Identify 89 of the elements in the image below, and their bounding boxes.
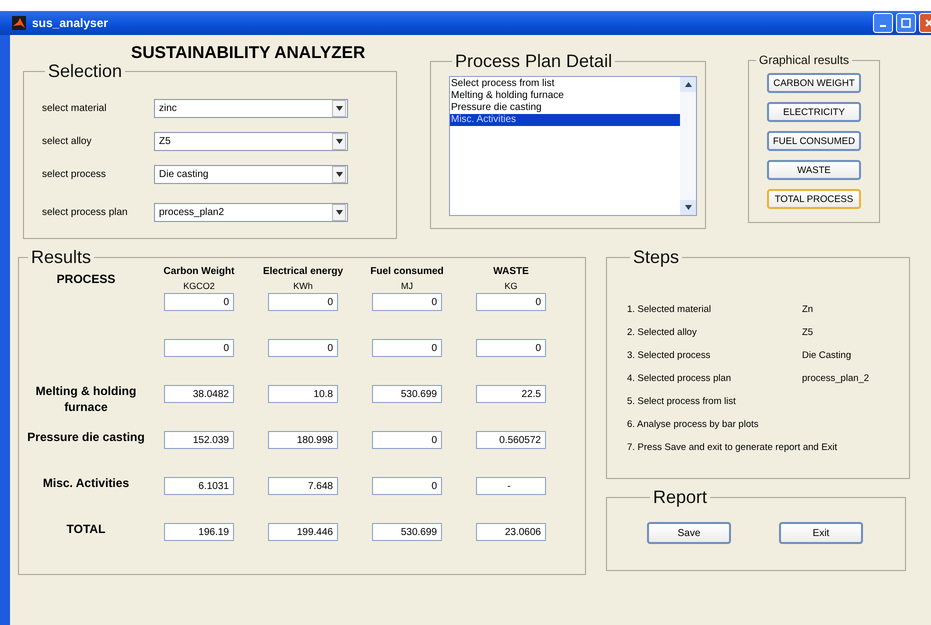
list-item[interactable]: Melting & holding furnace — [450, 90, 680, 102]
value-field[interactable]: 0 — [372, 431, 442, 449]
dropdown-arrow-icon — [336, 139, 342, 144]
scroll-up-button[interactable] — [680, 77, 696, 92]
scroll-up-icon — [684, 82, 692, 87]
minimize-button[interactable] — [873, 13, 893, 33]
field-label: select process plan — [42, 206, 129, 218]
value-field[interactable]: 38.0482 — [164, 385, 234, 403]
dropdown[interactable]: zinc — [154, 99, 348, 118]
dropdown[interactable]: Z5 — [154, 132, 348, 151]
value-field[interactable]: 196.19 — [164, 523, 234, 541]
step-text: 1. Selected material — [627, 304, 712, 315]
panel-title: Steps — [632, 247, 680, 268]
value-field[interactable]: 6.1031 — [164, 477, 234, 495]
column-heading: Carbon Weight — [164, 266, 234, 277]
scroll-down-button[interactable] — [680, 200, 696, 215]
value-field[interactable]: 0 — [164, 293, 234, 311]
field-label: select process — [42, 169, 107, 180]
unit-label: KGCO2 — [183, 281, 215, 291]
step-text: 3. Selected process — [627, 350, 712, 361]
list-item[interactable]: Select process from list — [450, 78, 680, 90]
row-label: Melting & holding furnace — [34, 383, 138, 416]
column-heading: Fuel consumed — [370, 266, 444, 277]
dropdown-arrow-icon — [336, 210, 342, 214]
value-field[interactable]: 0 — [268, 339, 338, 357]
value-field[interactable]: 0 — [164, 339, 234, 357]
panel-title: Report — [652, 487, 708, 508]
step-text: 4. Selected process plan — [627, 373, 732, 384]
value-field[interactable]: 0 — [268, 293, 338, 311]
unit-label: MJ — [401, 281, 413, 291]
value-field[interactable]: 530.699 — [372, 385, 442, 403]
chart-button[interactable]: CARBON WEIGHT — [767, 73, 861, 93]
dropdown-arrow-icon — [336, 106, 342, 111]
value-field[interactable]: - — [476, 477, 546, 495]
app-title: SUSTAINABILITY ANALYZER — [131, 43, 366, 61]
unit-label: KWh — [293, 281, 313, 291]
value-field[interactable]: 199.446 — [268, 523, 338, 541]
step-text: 7. Press Save and exit to generate report and Exit — [627, 442, 838, 453]
value-field[interactable]: 0 — [372, 339, 442, 357]
field-label: select alloy — [42, 136, 92, 147]
list-item[interactable]: Pressure die casting — [450, 102, 680, 114]
exit-button[interactable]: Exit — [779, 522, 863, 544]
value-field[interactable]: 530.699 — [372, 523, 442, 541]
chart-button[interactable]: WASTE — [767, 160, 861, 180]
step-value: Die Casting — [802, 350, 852, 361]
value-field[interactable]: 22.5 — [476, 385, 546, 403]
step-value: process_plan_2 — [802, 373, 870, 384]
value-field[interactable]: 180.998 — [268, 431, 338, 449]
value-field[interactable]: 23.0606 — [476, 523, 546, 541]
close-icon — [925, 19, 931, 27]
value-field[interactable]: 0 — [476, 339, 546, 357]
step-value: Zn — [802, 304, 814, 315]
panel-title: Graphical results — [758, 53, 850, 67]
step-value: Z5 — [802, 327, 814, 338]
row-label: Pressure die casting — [26, 429, 146, 446]
step-text: 6. Analyse process by bar plots — [627, 419, 760, 430]
panel-title: Selection — [47, 61, 124, 82]
value-field[interactable]: 0.560572 — [476, 431, 546, 449]
panel-title: Process Plan Detail — [454, 51, 614, 72]
step-text: 2. Selected alloy — [627, 327, 698, 338]
dropdown[interactable]: process_plan2 — [154, 202, 348, 222]
column-heading: WASTE — [493, 266, 529, 277]
value-field[interactable]: 0 — [372, 293, 442, 311]
scroll-down-icon — [684, 205, 692, 210]
process-list[interactable]: Select process from list Melting & holding furnace Pressure die casting Misc. Activities — [449, 76, 697, 216]
list-item[interactable]: Misc. Activities — [450, 114, 680, 126]
chart-button[interactable]: ELECTRICITY — [767, 102, 861, 122]
row-label: TOTAL — [66, 521, 106, 538]
app-logo-icon — [12, 16, 26, 30]
field-label: select material — [42, 103, 108, 114]
step-text: 5. Select process from list — [627, 396, 737, 407]
value-field[interactable]: 7.648 — [268, 477, 338, 495]
value-field[interactable]: 152.039 — [164, 431, 234, 449]
chart-button[interactable]: TOTAL PROCESS — [767, 189, 861, 209]
column-heading: Electrical energy — [262, 266, 344, 277]
dropdown-arrow-icon — [336, 172, 342, 177]
save-button[interactable]: Save — [647, 522, 731, 544]
value-field[interactable]: 0 — [372, 477, 442, 495]
window-title: sus_analyser — [32, 16, 108, 30]
row-label: Misc. Activities — [42, 475, 130, 492]
unit-label: KG — [504, 281, 518, 291]
chart-button[interactable]: FUEL CONSUMED — [767, 131, 861, 151]
maximize-icon — [901, 18, 911, 28]
column-heading: PROCESS — [56, 272, 116, 286]
value-field[interactable]: 10.8 — [268, 385, 338, 403]
panel-title: Results — [30, 247, 92, 268]
dropdown[interactable]: Die casting — [154, 165, 348, 184]
value-field[interactable]: 0 — [476, 293, 546, 311]
maximize-button[interactable] — [896, 13, 916, 33]
